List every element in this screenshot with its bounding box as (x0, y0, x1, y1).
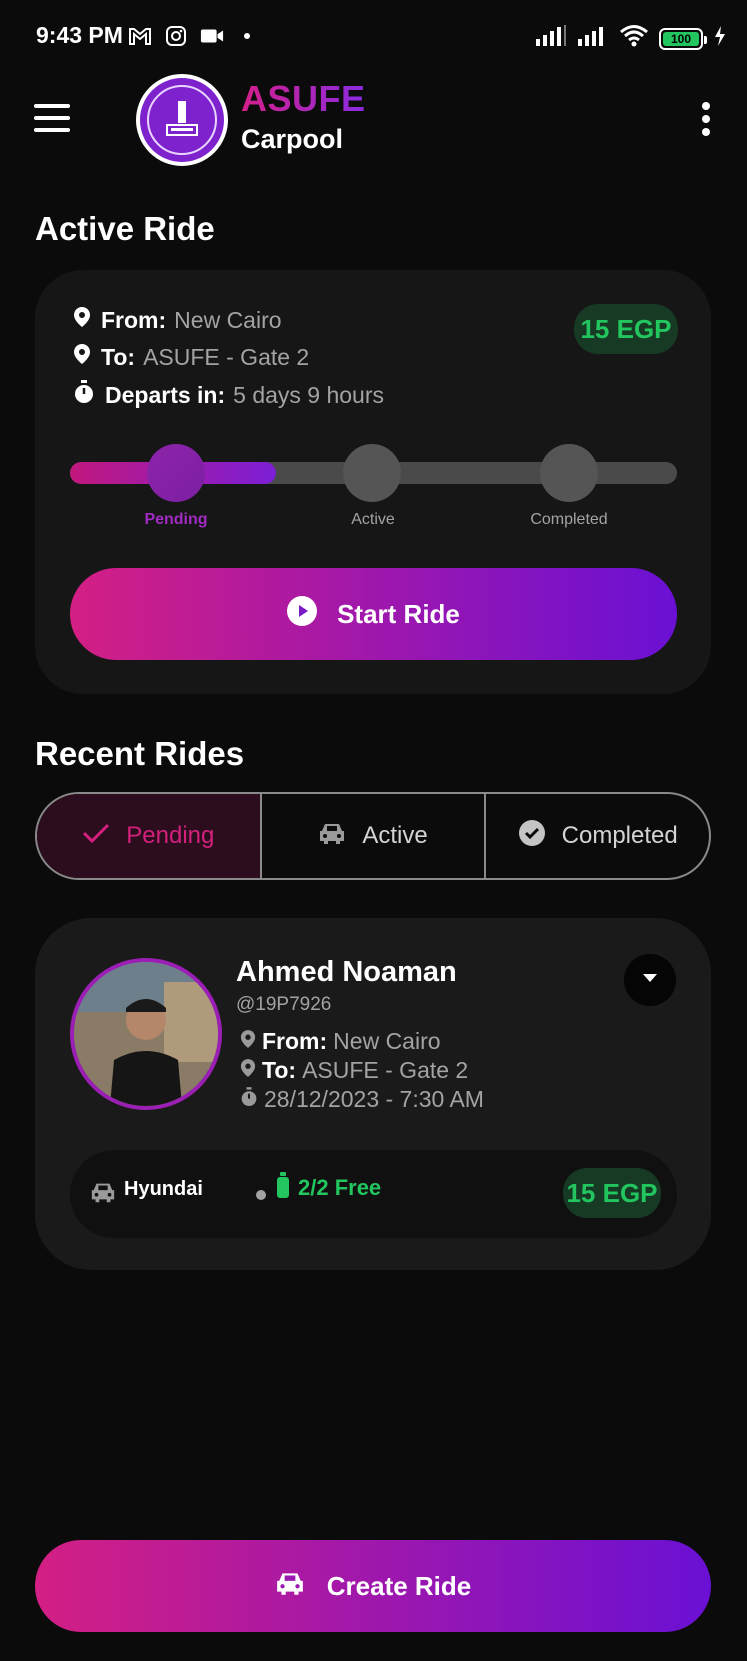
driver-avatar (70, 958, 222, 1110)
step-completed-label: Completed (530, 511, 608, 528)
step-pending-label: Pending (144, 511, 208, 528)
step-pending-circle (147, 444, 205, 502)
app-header: ASUFE Carpool (0, 70, 747, 180)
status-time: 9:43 PM (36, 22, 123, 48)
ride-status-tabs: Pending Active Completed (35, 792, 711, 880)
signal-icon (577, 25, 609, 52)
ride-to-label: To: (262, 1057, 297, 1083)
price-badge: 15 EGP (574, 304, 678, 354)
car-icon (275, 1570, 305, 1603)
location-pin-icon (240, 1028, 256, 1055)
tab-pending[interactable]: Pending (37, 794, 262, 878)
brand-name: ASUFE (241, 78, 366, 119)
check-circle-icon (518, 819, 546, 854)
car-model: Hyundai (124, 1178, 203, 1200)
recent-rides-title: Recent Rides (35, 735, 245, 772)
ride-footer: Hyundai 2/2 Free 15 EGP (70, 1150, 677, 1238)
play-icon (287, 595, 318, 633)
from-line: From: New Cairo (73, 306, 282, 334)
notification-dot (244, 33, 250, 39)
ride-datetime-line: 28/12/2023 - 7:30 AM (240, 1086, 484, 1113)
status-notifications (128, 24, 250, 48)
check-icon (82, 822, 110, 851)
departs-label: Departs in: (105, 381, 226, 408)
car-icon (90, 1180, 116, 1209)
to-label: To: (101, 343, 136, 370)
location-pin-icon (73, 343, 91, 371)
separator-dot (256, 1190, 266, 1200)
wifi-icon (619, 24, 649, 53)
battery-icon: 100 (659, 27, 707, 50)
departs-line: Departs in: 5 days 9 hours (73, 380, 384, 410)
timer-icon (240, 1086, 258, 1113)
chevron-down-icon (641, 971, 659, 989)
charging-icon (713, 25, 727, 52)
create-ride-label: Create Ride (326, 1570, 472, 1601)
ride-price-badge: 15 EGP (563, 1168, 661, 1218)
seats-label: 2/2 Free (298, 1175, 382, 1200)
more-options-icon[interactable] (701, 102, 711, 136)
from-value: New Cairo (174, 306, 282, 333)
status-bar: 9:43 PM 100 (0, 0, 747, 76)
step-completed-circle (540, 444, 598, 502)
gmail-icon (128, 24, 152, 48)
expand-button[interactable] (624, 954, 676, 1006)
from-label: From: (101, 306, 167, 333)
to-line: To: ASUFE - Gate 2 (73, 343, 309, 371)
status-system-icons: 100 (535, 24, 727, 53)
driver-name: Ahmed Noaman (236, 956, 457, 988)
tab-active-label: Active (362, 822, 428, 849)
brand-subtitle: Carpool (241, 124, 344, 154)
ride-card[interactable]: Ahmed Noaman @19P7926 From: New Cairo To… (35, 918, 711, 1270)
location-pin-icon (240, 1057, 256, 1084)
driver-handle: @19P7926 (236, 994, 332, 1015)
seat-icon (276, 1172, 290, 1204)
video-icon (200, 24, 224, 48)
timer-icon (73, 380, 95, 410)
create-ride-button[interactable]: Create Ride (35, 1540, 711, 1632)
location-pin-icon (73, 306, 91, 334)
tab-completed-label: Completed (561, 822, 678, 849)
ride-from-line: From: New Cairo (240, 1028, 441, 1055)
step-active-circle (343, 444, 401, 502)
start-ride-label: Start Ride (337, 598, 460, 629)
active-ride-title: Active Ride (35, 210, 215, 247)
ride-from-value: New Cairo (333, 1028, 441, 1054)
ride-from-label: From: (262, 1028, 328, 1054)
tab-completed[interactable]: Completed (486, 794, 709, 878)
tab-pending-label: Pending (126, 822, 215, 849)
car-icon (318, 821, 346, 852)
battery-level: 100 (663, 31, 699, 46)
active-ride-card: From: New Cairo To: ASUFE - Gate 2 Depar… (35, 270, 711, 694)
to-value: ASUFE - Gate 2 (143, 343, 310, 370)
ride-to-value: ASUFE - Gate 2 (302, 1057, 469, 1083)
departs-value: 5 days 9 hours (233, 381, 385, 408)
seats-info: 2/2 Free (276, 1172, 381, 1204)
step-active-label: Active (351, 511, 395, 528)
ride-datetime: 28/12/2023 - 7:30 AM (264, 1086, 484, 1112)
app-logo (136, 74, 228, 166)
start-ride-button[interactable]: Start Ride (70, 568, 677, 660)
instagram-icon (164, 24, 188, 48)
signal-icon (535, 25, 567, 52)
menu-icon[interactable] (34, 104, 70, 132)
tab-active[interactable]: Active (262, 794, 487, 878)
brand: ASUFE Carpool (241, 78, 366, 155)
ride-to-line: To: ASUFE - Gate 2 (240, 1057, 468, 1084)
